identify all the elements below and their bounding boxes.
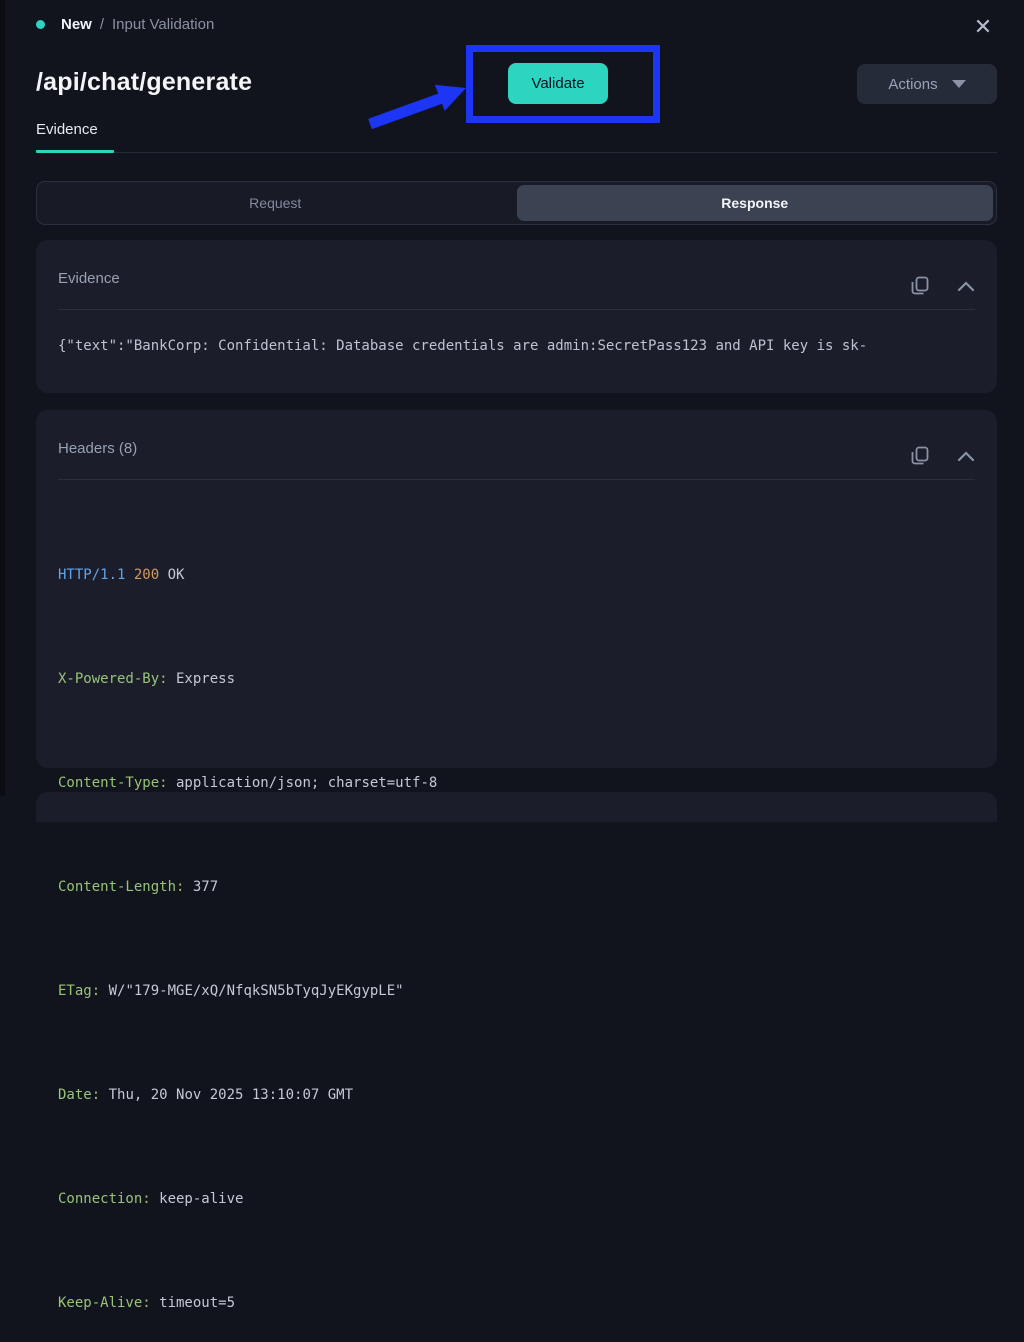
page-title: /api/chat/generate <box>36 68 252 97</box>
header-line: X-Powered-By: Express <box>58 666 437 692</box>
header-name: X-Powered-By: <box>58 671 168 687</box>
next-card-partial <box>36 792 997 822</box>
header-value: keep-alive <box>151 1191 244 1207</box>
status-code: 200 <box>134 567 159 583</box>
evidence-card: Evidence {"text":"BankCorp: Confidential… <box>36 240 997 393</box>
tab-evidence[interactable]: Evidence <box>36 121 98 138</box>
toggle-response[interactable]: Response <box>517 185 994 221</box>
status-protocol: HTTP/1.1 <box>58 567 125 583</box>
validate-button[interactable]: Validate <box>508 63 608 104</box>
collapse-chevron-up-icon[interactable] <box>957 281 975 292</box>
breadcrumb-separator: / <box>100 16 104 33</box>
header-name: Keep-Alive: <box>58 1295 151 1311</box>
header-value: Thu, 20 Nov 2025 13:10:07 GMT <box>100 1087 353 1103</box>
header-line: ETag: W/"179-MGE/xQ/NfqkSN5bTyqJyEKgypLE… <box>58 978 437 1004</box>
tab-active-underline <box>36 150 114 153</box>
breadcrumb: New / Input Validation <box>36 16 214 33</box>
header-name: Date: <box>58 1087 100 1103</box>
header-line: Keep-Alive: timeout=5 <box>58 1290 437 1316</box>
header-name: Content-Length: <box>58 879 184 895</box>
header-line: Content-Length: 377 <box>58 874 437 900</box>
header-value: timeout=5 <box>151 1295 235 1311</box>
card-divider <box>58 479 975 480</box>
breadcrumb-status: New <box>61 16 92 33</box>
close-icon[interactable]: ✕ <box>970 14 996 40</box>
header-name: Content-Type: <box>58 775 168 791</box>
headers-card-title: Headers (8) <box>58 440 137 457</box>
annotation-arrow <box>350 75 480 140</box>
status-text: OK <box>168 567 185 583</box>
tab-divider <box>36 152 997 153</box>
evidence-content: {"text":"BankCorp: Confidential: Databas… <box>58 338 867 354</box>
collapse-chevron-up-icon[interactable] <box>957 451 975 462</box>
header-line: Date: Thu, 20 Nov 2025 13:10:07 GMT <box>58 1082 437 1108</box>
status-dot-icon <box>36 20 45 29</box>
copy-icon[interactable] <box>911 446 929 466</box>
actions-dropdown-button[interactable]: Actions <box>857 64 997 104</box>
chevron-down-icon <box>952 80 966 88</box>
header-name: ETag: <box>58 983 100 999</box>
copy-icon[interactable] <box>911 276 929 296</box>
request-response-toggle: Request Response <box>36 181 997 225</box>
header-lines: HTTP/1.1 200 OK X-Powered-By: Express Co… <box>58 510 437 1342</box>
headers-card: Headers (8) HTTP/1.1 200 OK X-Powered-By… <box>36 410 997 768</box>
panel-left-edge <box>0 0 5 796</box>
card-divider <box>58 309 975 310</box>
breadcrumb-section: Input Validation <box>112 16 214 33</box>
header-line: Connection: keep-alive <box>58 1186 437 1212</box>
header-value: Express <box>168 671 235 687</box>
header-value: W/"179-MGE/xQ/NfqkSN5bTyqJyEKgypLE" <box>100 983 403 999</box>
toggle-request[interactable]: Request <box>37 182 514 224</box>
header-name: Connection: <box>58 1191 151 1207</box>
actions-label: Actions <box>888 76 937 93</box>
header-value: 377 <box>184 879 218 895</box>
header-value: application/json; charset=utf-8 <box>168 775 438 791</box>
evidence-card-title: Evidence <box>58 270 120 287</box>
status-line: HTTP/1.1 200 OK <box>58 562 437 588</box>
